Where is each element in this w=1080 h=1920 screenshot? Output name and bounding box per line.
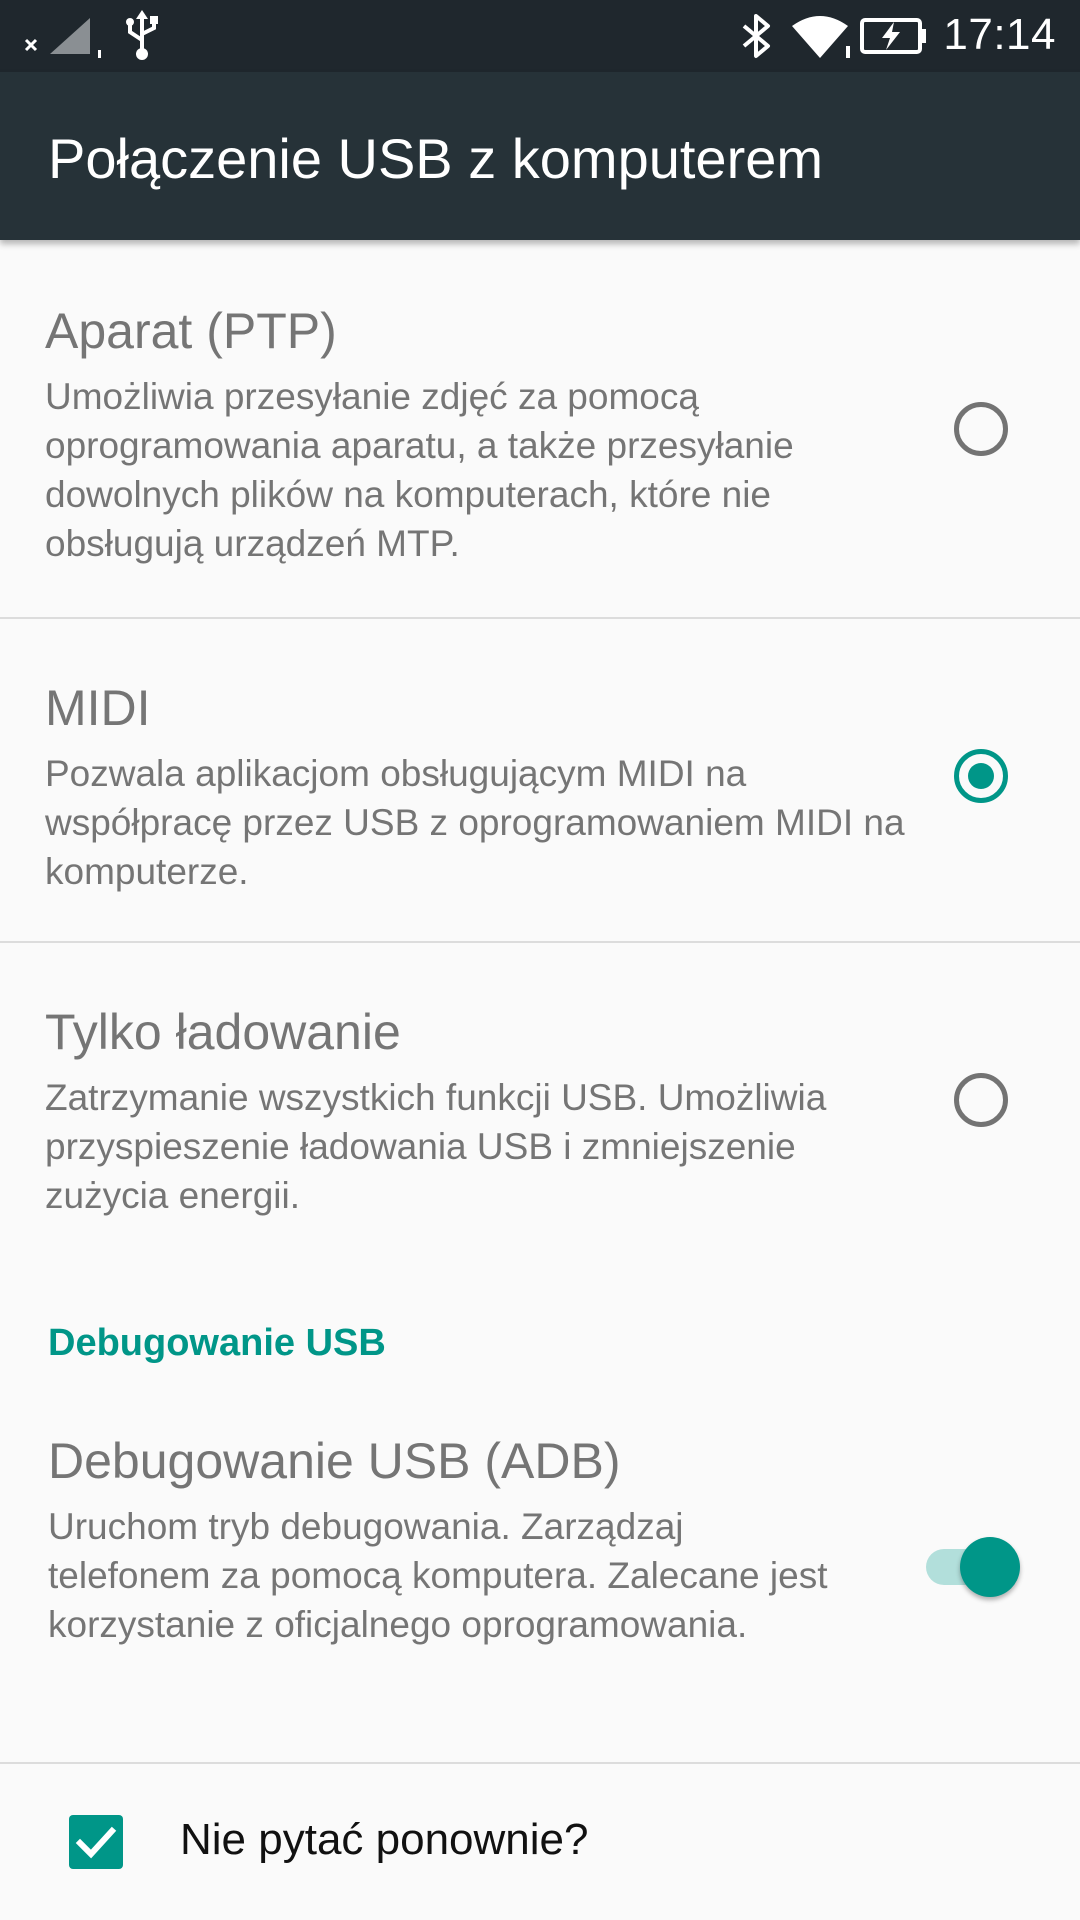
option-description: Umożliwia przesyłanie zdjęć za pomocą op… (45, 376, 794, 564)
usb-debugging-toggle[interactable] (924, 1535, 1024, 1599)
option-title: Aparat (PTP) (45, 303, 337, 359)
page-title: Połączenie USB z komputerem (48, 127, 824, 190)
option-charging-only[interactable]: Tylko ładowanie Zatrzymanie wszystkich f… (0, 943, 1080, 1243)
dont-ask-checkbox[interactable] (69, 1815, 123, 1869)
usb-debugging-setting[interactable]: Debugowanie USB (ADB) Uruchom tryb debug… (0, 1400, 1080, 1760)
option-title: Tylko ładowanie (45, 1004, 401, 1060)
option-title: MIDI (45, 680, 151, 736)
toggle-thumb (960, 1537, 1020, 1597)
option-description: Pozwala aplikacjom obsługującym MIDI na … (45, 753, 905, 892)
setting-title: Debugowanie USB (ADB) (48, 1433, 621, 1489)
no-signal-icon (24, 18, 101, 58)
ptp-radio-button[interactable] (954, 402, 1008, 456)
bluetooth-icon (742, 14, 770, 58)
setting-description: Uruchom tryb debugowania. Zarządzaj tele… (48, 1506, 828, 1645)
option-description: Zatrzymanie wszystkich funkcji USB. Umoż… (45, 1077, 827, 1216)
divider (0, 1762, 1080, 1764)
charging-only-radio-button[interactable] (954, 1073, 1008, 1127)
status-clock: 17:14 (943, 10, 1056, 59)
wifi-icon (792, 16, 850, 58)
option-ptp[interactable]: Aparat (PTP) Umożliwia przesyłanie zdjęć… (0, 240, 1080, 618)
midi-radio-button[interactable] (954, 749, 1008, 803)
app-bar: Połączenie USB z komputerem (0, 72, 1080, 240)
usb-icon (126, 10, 158, 60)
battery-charging-icon (860, 18, 926, 54)
status-bar: 17:14 (0, 0, 1080, 72)
dont-ask-label[interactable]: Nie pytać ponownie? (180, 1815, 588, 1865)
section-header-usb-debugging: Debugowanie USB (48, 1322, 386, 1364)
option-midi[interactable]: MIDI Pozwala aplikacjom obsługującym MID… (0, 619, 1080, 941)
checkmark-icon (75, 1826, 117, 1859)
